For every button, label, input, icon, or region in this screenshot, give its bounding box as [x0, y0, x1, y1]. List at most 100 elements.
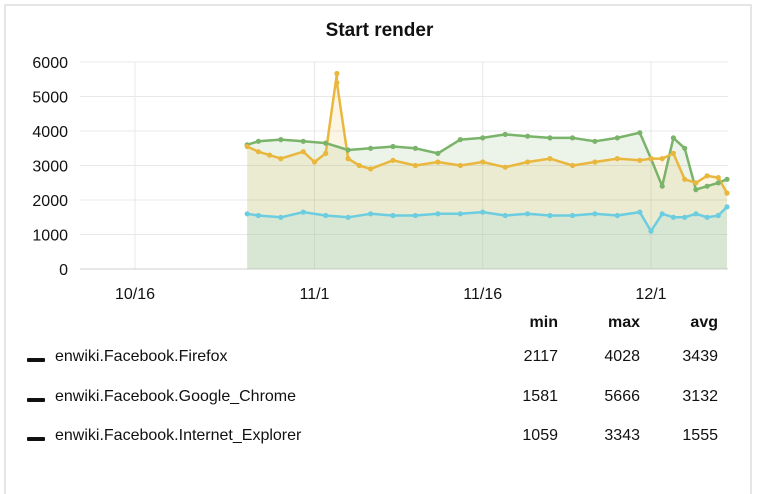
data-point	[300, 209, 306, 215]
data-point	[267, 152, 273, 158]
data-point	[323, 140, 329, 146]
data-point	[255, 138, 261, 144]
data-point	[390, 157, 396, 163]
data-point	[255, 149, 261, 155]
data-point	[648, 228, 654, 234]
data-point	[547, 212, 553, 219]
data-point	[480, 135, 486, 141]
data-point	[525, 133, 531, 139]
data-point	[345, 156, 351, 162]
y-tick-label: 0	[59, 262, 68, 279]
data-point	[724, 176, 730, 182]
data-point	[412, 162, 418, 169]
legend-header-avg: avg	[690, 314, 718, 331]
data-point	[334, 70, 340, 77]
data-point	[368, 211, 374, 217]
data-point	[480, 159, 486, 165]
data-point	[592, 159, 598, 165]
data-point	[659, 156, 665, 162]
data-point	[345, 147, 351, 153]
x-tick-labels: 10/16 11/1 11/16 12/1	[115, 286, 667, 300]
data-point	[693, 187, 699, 193]
series-swatch	[27, 358, 45, 362]
data-point	[356, 162, 362, 169]
y-tick-label: 4000	[32, 124, 68, 141]
y-tick-label: 1000	[32, 228, 68, 245]
legend-avg: 3132	[682, 388, 718, 405]
legend-series-name: enwiki.Facebook.Firefox	[55, 348, 228, 365]
y-tick-labels: 0 1000 2000 3000 4000 5000 6000	[32, 55, 68, 279]
data-point	[502, 212, 508, 219]
data-point	[525, 211, 531, 217]
data-point	[614, 135, 620, 141]
legend-min: 1581	[522, 388, 558, 405]
x-tick-label: 11/16	[463, 286, 502, 300]
data-point	[278, 156, 284, 162]
legend-series-name: enwiki.Facebook.Google_Chrome	[55, 388, 297, 405]
data-point	[682, 214, 688, 220]
data-point	[637, 209, 643, 215]
data-point	[547, 156, 553, 162]
data-point	[659, 211, 665, 217]
data-point	[704, 173, 710, 179]
legend-row-ie[interactable]: enwiki.Facebook.Internet_Explorer 1059 3…	[0, 427, 759, 449]
data-point	[592, 138, 598, 144]
data-point	[693, 211, 699, 217]
data-point	[435, 159, 441, 165]
legend-avg: 1555	[682, 427, 718, 444]
data-point	[569, 135, 576, 141]
data-point	[724, 204, 730, 210]
data-point	[659, 183, 665, 189]
x-tick-label: 11/1	[300, 286, 330, 300]
series-swatch	[27, 437, 45, 441]
data-point	[648, 156, 654, 162]
legend-row-chrome[interactable]: enwiki.Facebook.Google_Chrome 1581 5666 …	[0, 388, 759, 410]
data-point	[457, 211, 463, 217]
data-point	[334, 80, 340, 86]
data-point	[569, 162, 576, 169]
data-point	[255, 212, 261, 219]
data-point	[704, 214, 710, 220]
data-point	[715, 180, 721, 186]
data-point	[682, 176, 688, 182]
data-point	[637, 130, 643, 136]
data-point	[244, 143, 250, 150]
data-point	[502, 164, 508, 170]
legend-min: 1059	[522, 427, 558, 444]
data-point	[300, 138, 306, 144]
data-point	[569, 212, 576, 219]
data-point	[368, 145, 374, 151]
data-point	[323, 212, 329, 219]
legend-avg: 3439	[682, 348, 718, 365]
data-point	[368, 166, 374, 172]
data-point	[457, 162, 463, 169]
data-point	[715, 212, 721, 219]
legend-series-name: enwiki.Facebook.Internet_Explorer	[55, 427, 302, 444]
data-point	[480, 209, 486, 215]
legend-max: 5666	[604, 388, 640, 405]
series-swatch	[27, 398, 45, 402]
data-point	[502, 131, 508, 137]
data-point	[724, 190, 730, 196]
data-point	[670, 214, 677, 220]
line-chart: 0 1000 2000 3000 4000 5000 6000 10/16 11/1 11/16…	[32, 55, 730, 300]
data-point	[435, 211, 441, 217]
data-point	[278, 214, 284, 220]
data-point	[345, 214, 351, 220]
data-point	[693, 180, 699, 186]
y-tick-label: 6000	[32, 55, 68, 72]
data-point	[390, 212, 396, 219]
data-point	[412, 145, 418, 151]
legend-min: 2117	[523, 348, 558, 365]
legend-header-min: min	[529, 314, 558, 331]
data-point	[592, 211, 598, 217]
data-point	[457, 137, 463, 143]
legend-max: 4028	[604, 348, 640, 365]
data-point	[412, 212, 418, 219]
legend-row-firefox[interactable]: enwiki.Facebook.Firefox 2117 4028 3439	[0, 348, 759, 370]
y-tick-label: 5000	[32, 90, 68, 107]
x-tick-label: 12/1	[635, 286, 666, 300]
data-point	[704, 183, 710, 189]
data-point	[300, 149, 306, 155]
x-tick-label: 10/16	[115, 286, 155, 300]
